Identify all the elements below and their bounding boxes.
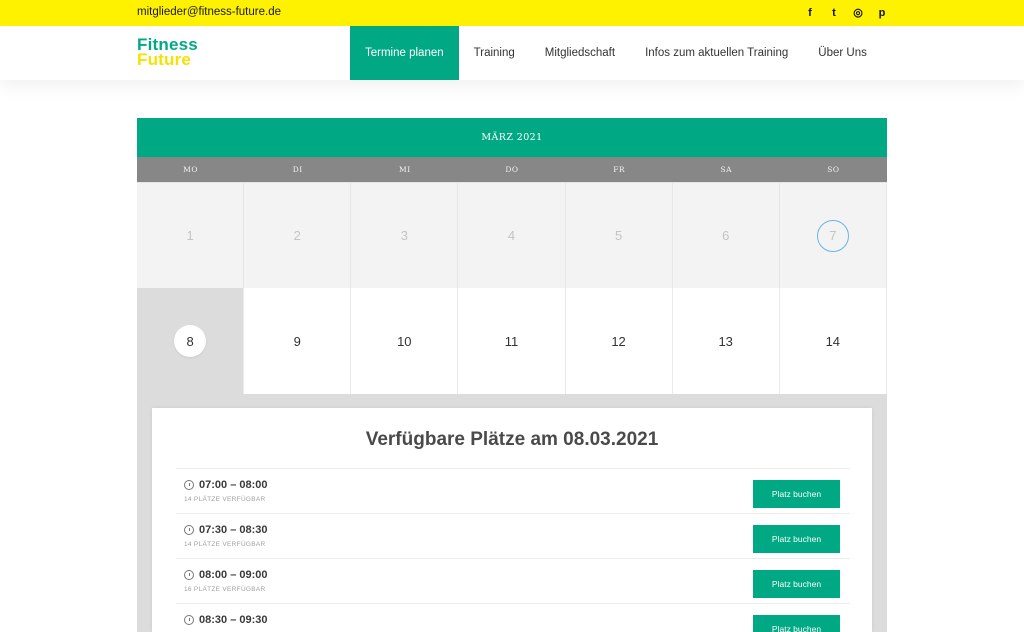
main-nav: Termine planen Training Mitgliedschaft I… bbox=[350, 26, 882, 80]
today-marker: 7 bbox=[816, 219, 849, 252]
calendar-month-title: MÄRZ 2021 bbox=[137, 118, 887, 157]
slot-availability: 14 PLÄTZE VERFÜGBAR bbox=[184, 541, 266, 548]
nav-item-training[interactable]: Training bbox=[459, 26, 530, 80]
clock-icon bbox=[184, 615, 194, 625]
available-slots-title: Verfügbare Plätze am 08.03.2021 bbox=[365, 429, 659, 450]
slot-time: 07:30 – 08:30 bbox=[184, 524, 268, 536]
calendar-day-today: 7 bbox=[779, 182, 887, 288]
slot-availability: 16 PLÄTZE VERFÜGBAR bbox=[184, 586, 266, 593]
calendar-day-past: 2 bbox=[244, 182, 352, 288]
calendar-day[interactable]: 12 bbox=[565, 288, 673, 394]
book-slot-button[interactable]: Platz buchen bbox=[753, 525, 840, 553]
clock-icon bbox=[184, 570, 194, 580]
calendar-day[interactable]: 11 bbox=[458, 288, 566, 394]
instagram-icon[interactable]: ◎ bbox=[853, 5, 863, 21]
book-slot-button[interactable]: Platz buchen bbox=[753, 480, 840, 508]
calendar-day-past: 5 bbox=[565, 182, 673, 288]
selected-day-marker: 8 bbox=[174, 325, 207, 357]
weekday-label: SO bbox=[827, 165, 840, 174]
contact-email-link[interactable]: mitglieder@fitness-future.de bbox=[137, 6, 281, 18]
weekday-label: DI bbox=[292, 165, 303, 174]
nav-item-termine-planen[interactable]: Termine planen bbox=[350, 26, 459, 80]
calendar-day-past: 1 bbox=[137, 182, 245, 288]
slot-list: 07:00 – 08:00 14 PLÄTZE VERFÜGBAR Platz … bbox=[176, 468, 850, 632]
clock-icon bbox=[184, 525, 194, 535]
calendar-week-2: 8 9 10 11 12 13 14 bbox=[137, 288, 887, 394]
calendar-day-selected[interactable]: 8 bbox=[137, 288, 245, 394]
site-logo[interactable]: Fitness Future bbox=[137, 36, 198, 69]
twitter-icon[interactable]: t bbox=[829, 5, 839, 21]
calendar-day[interactable]: 10 bbox=[351, 288, 459, 394]
site-header: Fitness Future Termine planen Training M… bbox=[0, 26, 1024, 80]
book-slot-button[interactable]: Platz buchen bbox=[753, 570, 840, 598]
calendar-day-past: 3 bbox=[351, 182, 459, 288]
slot-availability: 14 PLÄTZE VERFÜGBAR bbox=[184, 496, 266, 503]
clock-icon bbox=[184, 480, 194, 490]
slot-time-label: 07:30 – 08:30 bbox=[199, 524, 268, 536]
slot-time-label: 08:30 – 09:30 bbox=[199, 614, 268, 626]
calendar-day-past: 6 bbox=[672, 182, 780, 288]
weekday-label: FR bbox=[613, 165, 626, 174]
logo-line-2: Future bbox=[137, 50, 192, 69]
top-bar: mitglieder@fitness-future.de f t ◎ p bbox=[0, 0, 1024, 26]
slot-time-label: 07:00 – 08:00 bbox=[199, 479, 268, 491]
calendar-day[interactable]: 13 bbox=[672, 288, 780, 394]
slot-time-label: 08:00 – 09:00 bbox=[199, 569, 268, 581]
slot-row: 08:00 – 09:00 16 PLÄTZE VERFÜGBAR Platz … bbox=[176, 558, 850, 603]
slot-row: 07:30 – 08:30 14 PLÄTZE VERFÜGBAR Platz … bbox=[176, 513, 850, 558]
weekday-header: MO DI MI DO FR SA SO bbox=[137, 157, 887, 182]
slot-time: 08:30 – 09:30 bbox=[184, 614, 268, 626]
calendar-day-past: 4 bbox=[458, 182, 566, 288]
nav-item-ueber-uns[interactable]: Über Uns bbox=[803, 26, 882, 80]
weekday-label: MI bbox=[399, 165, 411, 174]
calendar-week-1: 1 2 3 4 5 6 7 bbox=[137, 182, 887, 288]
facebook-icon[interactable]: f bbox=[805, 5, 815, 21]
slot-row: 08:30 – 09:30 Platz buchen bbox=[176, 603, 850, 632]
calendar-day[interactable]: 9 bbox=[244, 288, 352, 394]
pinterest-icon[interactable]: p bbox=[877, 5, 887, 21]
slot-time: 07:00 – 08:00 bbox=[184, 479, 268, 491]
nav-item-infos-training[interactable]: Infos zum aktuellen Training bbox=[630, 26, 803, 80]
slot-time: 08:00 – 09:00 bbox=[184, 569, 268, 581]
weekday-label: SA bbox=[720, 165, 733, 174]
social-links: f t ◎ p bbox=[805, 5, 887, 21]
slot-row: 07:00 – 08:00 14 PLÄTZE VERFÜGBAR Platz … bbox=[176, 468, 850, 513]
weekday-label: MO bbox=[183, 165, 198, 174]
available-slots-panel: Verfügbare Plätze am 08.03.2021 07:00 – … bbox=[152, 408, 872, 632]
book-slot-button[interactable]: Platz buchen bbox=[753, 615, 840, 632]
weekday-label: DO bbox=[505, 165, 519, 174]
calendar-day[interactable]: 14 bbox=[779, 288, 887, 394]
nav-item-mitgliedschaft[interactable]: Mitgliedschaft bbox=[530, 26, 630, 80]
